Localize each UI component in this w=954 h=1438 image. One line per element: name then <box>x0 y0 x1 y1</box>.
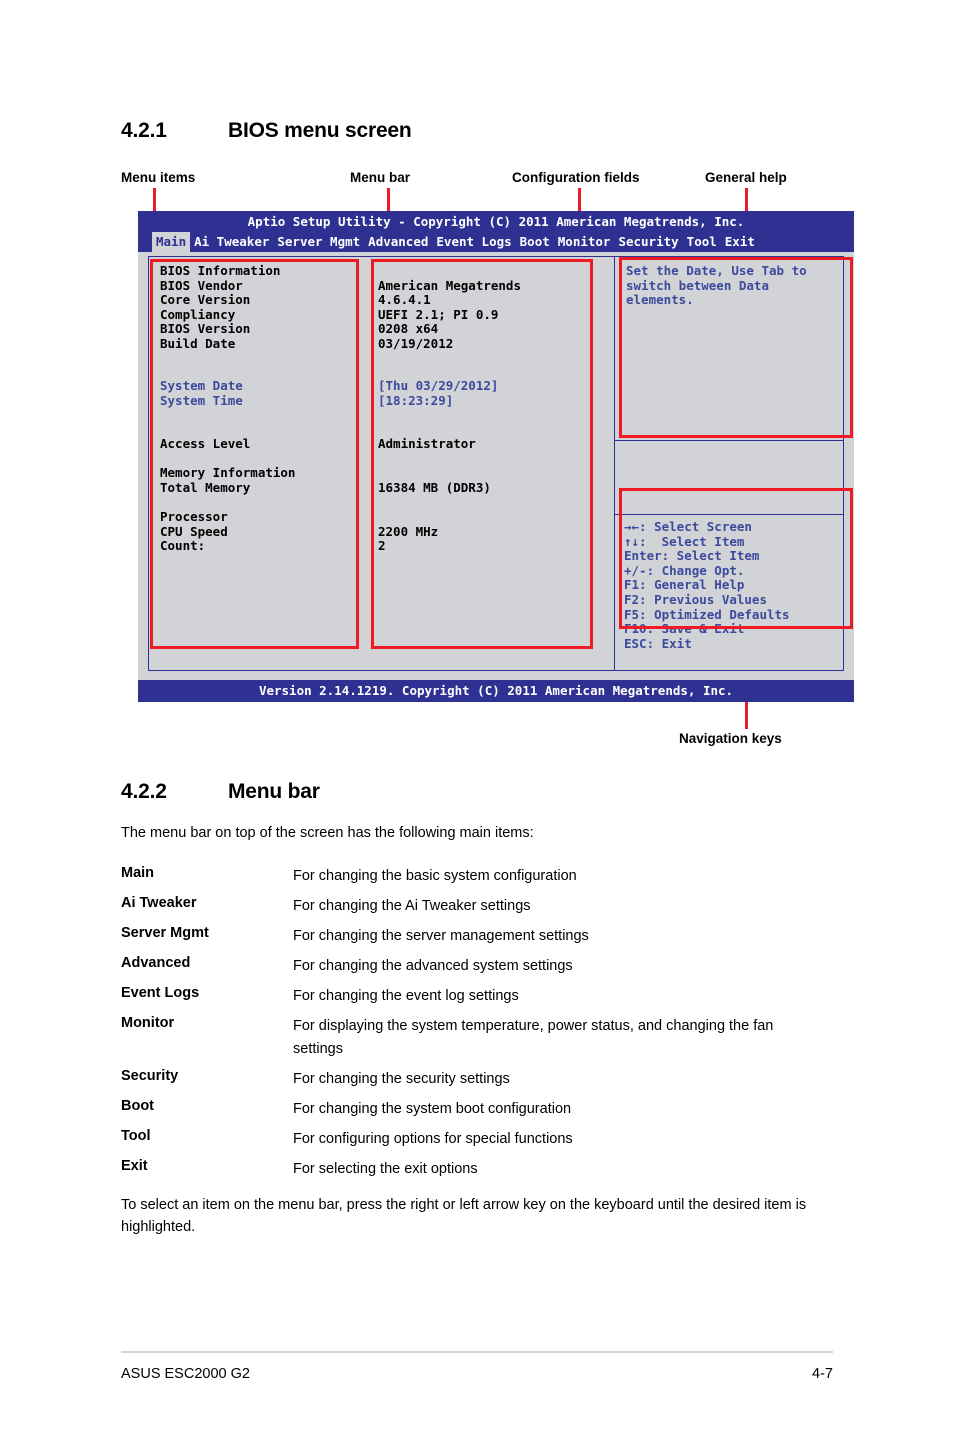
bios-title-bar: Aptio Setup Utility - Copyright (C) 2011… <box>138 211 854 232</box>
menu-item-term-event-logs: Event Logs <box>121 985 200 1001</box>
bios-tab-exit[interactable]: Exit <box>721 232 759 252</box>
footer-divider <box>121 1351 833 1353</box>
menu-item-desc-tool: For configuring options for special func… <box>293 1131 573 1147</box>
section-4-2-1-number: 4.2.1 <box>121 119 167 142</box>
menu-item-term-monitor: Monitor <box>121 1015 175 1031</box>
menu-item-term-main: Main <box>121 865 155 881</box>
menu-item-term-security: Security <box>121 1068 179 1084</box>
bios-body: BIOS Information BIOS Vendor Core Versio… <box>138 252 854 680</box>
section-4-2-1-title: BIOS menu screen <box>228 119 412 142</box>
bios-tab-boot[interactable]: Boot <box>516 232 554 252</box>
menu-item-desc-server-mgmt: For changing the server management setti… <box>293 928 589 944</box>
bios-menu-items-info: BIOS Information BIOS Vendor Core Versio… <box>160 263 281 351</box>
bios-tab-monitor[interactable]: Monitor <box>554 232 615 252</box>
menu-item-term-advanced: Advanced <box>121 955 191 971</box>
bios-menu-bar[interactable]: Main Ai Tweaker Server Mgmt Advanced Event L… <box>138 232 854 252</box>
menu-item-desc-ai-tweaker: For changing the Ai Tweaker settings <box>293 898 531 914</box>
bios-config-values-rest: Administrator 16384 MB (DDR3) 2200 MHz 2 <box>378 436 491 554</box>
menu-item-desc-exit: For selecting the exit options <box>293 1161 478 1177</box>
menu-item-term-exit: Exit <box>121 1158 148 1174</box>
footer-product-name: ASUS ESC2000 G2 <box>121 1366 250 1382</box>
bios-tab-tool[interactable]: Tool <box>683 232 721 252</box>
manual-page: 4.2.1 BIOS menu screen Menu items Menu b… <box>0 0 954 1438</box>
bios-tab-main[interactable]: Main <box>152 232 191 252</box>
bios-menu-items-rest: Access Level Memory Information Total Me… <box>160 436 296 554</box>
menu-item-term-tool: Tool <box>121 1128 151 1144</box>
menu-item-term-server-mgmt: Server Mgmt <box>121 925 209 941</box>
annotation-menu-items: Menu items <box>121 170 196 185</box>
section-4-2-2-number: 4.2.2 <box>121 780 167 803</box>
menu-item-desc-security: For changing the security settings <box>293 1071 510 1087</box>
bios-config-values-datetime[interactable]: [Thu 03/29/2012] [18:23:29] <box>378 378 603 408</box>
bios-tab-advanced[interactable]: Advanced <box>364 232 432 252</box>
annotation-configuration-fields: Configuration fields <box>512 170 640 185</box>
annotation-menu-bar: Menu bar <box>350 170 411 185</box>
menu-bar-outro-paragraph: To select an item on the menu bar, press… <box>121 1197 807 1235</box>
bios-general-help-text: Set the Date, Use Tab to switch between … <box>626 263 815 308</box>
bios-setup-screen: Aptio Setup Utility - Copyright (C) 2011… <box>138 211 854 702</box>
bios-tab-security[interactable]: Security <box>614 232 682 252</box>
bios-navigation-keys-text: →←: Select Screen ↑↓: Select Item Enter:… <box>624 519 790 651</box>
menu-item-desc-boot: For changing the system boot configurati… <box>293 1101 572 1117</box>
section-4-2-2-title: Menu bar <box>228 780 320 803</box>
bios-tab-event-logs[interactable]: Event Logs <box>432 232 515 252</box>
bios-config-values-info: American Megatrends 4.6.4.1 UEFI 2.1; PI… <box>378 277 521 351</box>
bios-tab-ai-tweaker[interactable]: Ai Tweaker <box>190 232 273 252</box>
menu-item-term-ai-tweaker: Ai Tweaker <box>121 895 197 911</box>
menu-item-desc-advanced: For changing the advanced system setting… <box>293 958 573 974</box>
bios-version-bar: Version 2.14.1219. Copyright (C) 2011 Am… <box>138 680 854 702</box>
annotation-general-help: General help <box>705 170 787 185</box>
menu-item-desc-monitor: For displaying the system temperature, p… <box>293 1018 774 1057</box>
bios-menu-items-datetime[interactable]: System Date System Time <box>160 378 365 408</box>
menu-item-term-boot: Boot <box>121 1098 155 1114</box>
footer-page-number: 4-7 <box>812 1366 833 1382</box>
bios-tab-server-mgmt[interactable]: Server Mgmt <box>273 232 364 252</box>
annotation-navigation-keys: Navigation keys <box>679 731 782 746</box>
menu-item-desc-main: For changing the basic system configurat… <box>293 868 577 884</box>
menu-bar-intro-paragraph: The menu bar on top of the screen has th… <box>121 825 534 841</box>
menu-item-desc-event-logs: For changing the event log settings <box>293 988 519 1004</box>
